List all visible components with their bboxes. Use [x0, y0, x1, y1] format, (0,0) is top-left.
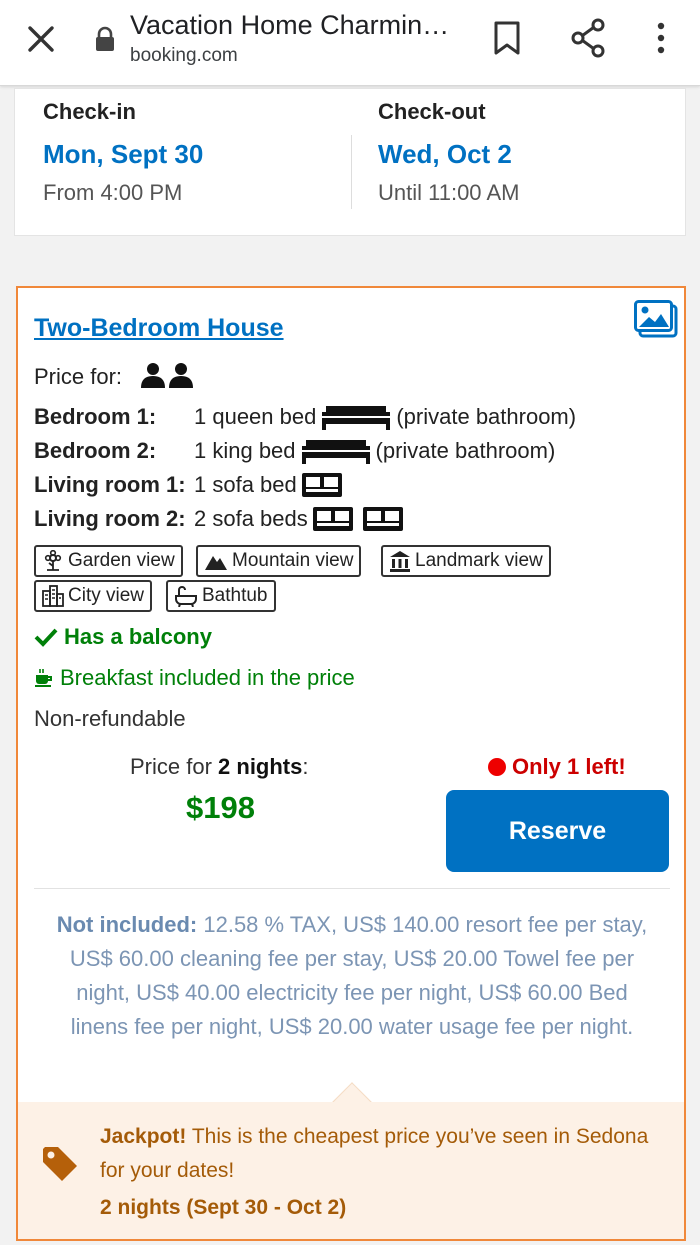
price-value: $198	[186, 790, 255, 825]
refund-policy: Non-refundable	[34, 706, 186, 731]
bed-row-value: 1 sofa bed	[194, 472, 297, 497]
bed-row-suffix: (private bathroom)	[396, 404, 577, 429]
price-label-suffix: :	[302, 754, 309, 779]
bed-row-label: Living room 2:	[34, 506, 186, 531]
tag-city-view: City view	[34, 580, 153, 612]
close-icon[interactable]	[24, 22, 58, 56]
jackpot-banner: Jackpot! This is the cheapest price you’…	[18, 1102, 684, 1239]
page-url[interactable]: booking.com	[130, 45, 238, 67]
checkin-checkout-card: Check-in Mon, Sept 30 From 4:00 PM Check…	[14, 88, 686, 236]
checkout-time: Until 11:00 AM	[378, 180, 520, 205]
bed-row-bedroom-2: Bedroom 2: 1 king bed (private bathroom)	[34, 436, 555, 466]
price-tag-icon	[43, 1147, 77, 1181]
red-dot-icon	[488, 758, 506, 776]
sofa-bed-icon	[301, 473, 342, 497]
tag-label: Bathtub	[202, 585, 268, 606]
not-included-label: Not included:	[56, 912, 198, 937]
jackpot-message: Jackpot! This is the cheapest price you’…	[100, 1120, 660, 1188]
coffee-cup-icon	[35, 669, 52, 687]
bed-row-suffix: (private bathroom)	[375, 438, 556, 463]
bed-icon	[301, 440, 370, 464]
tag-label: Mountain view	[232, 550, 354, 571]
checkmark-icon	[34, 628, 58, 647]
room-title-link[interactable]: Two-Bedroom House	[34, 314, 284, 343]
more-options-icon[interactable]	[650, 20, 672, 56]
reserve-button[interactable]: Reserve	[446, 790, 669, 872]
tag-label: Garden view	[68, 550, 175, 571]
jackpot-dates: 2 nights (Sept 30 - Oct 2)	[100, 1196, 347, 1219]
price-label-prefix: Price for	[130, 754, 219, 779]
bed-row-living-room-1: Living room 1: 1 sofa bed	[34, 470, 347, 500]
bed-row-label: Living room 1:	[34, 472, 186, 497]
checkin-label: Check-in	[43, 99, 136, 124]
flower-icon	[44, 550, 62, 571]
checkout-label: Check-out	[378, 99, 486, 124]
bed-row-value: 1 queen bed	[194, 404, 317, 429]
room-card: Two-Bedroom House Price for: Bedroom 1: …	[16, 286, 686, 1241]
bed-row-label: Bedroom 2:	[34, 438, 157, 463]
bed-row-value: 1 king bed	[194, 438, 296, 463]
checkin-time: From 4:00 PM	[43, 180, 183, 205]
bed-row-value: 2 sofa beds	[194, 506, 308, 531]
bed-row-bedroom-1: Bedroom 1: 1 queen bed (private bathroom…	[34, 402, 576, 432]
price-for-label: Price for:	[34, 364, 123, 389]
city-icon	[42, 585, 64, 607]
mountain-icon	[205, 556, 227, 570]
bookmark-icon[interactable]	[492, 20, 522, 56]
balcony-text: Has a balcony	[64, 624, 212, 649]
tag-garden-view: Garden view	[34, 545, 183, 577]
divider	[351, 135, 352, 209]
checkin-column: Check-in Mon, Sept 30 From 4:00 PM	[43, 99, 203, 206]
price-label: Price for 2 nights:	[130, 754, 309, 780]
breakfast-text: Breakfast included in the price	[60, 665, 355, 690]
lock-icon	[96, 26, 114, 51]
bed-row-living-room-2: Living room 2: 2 sofa beds	[34, 504, 408, 534]
availability-text: Only 1 left!	[512, 754, 626, 779]
jackpot-title: Jackpot!	[100, 1125, 187, 1148]
divider	[34, 888, 670, 889]
tag-landmark-view: Landmark view	[381, 545, 551, 577]
sofa-bed-icon	[312, 507, 353, 531]
price-label-nights: 2 nights	[218, 754, 303, 779]
two-persons-icon	[141, 363, 193, 388]
tag-mountain-view: Mountain view	[196, 545, 362, 577]
page-title: Vacation Home Charmin…	[130, 10, 450, 40]
tag-label: City view	[68, 585, 145, 606]
checkout-date[interactable]: Wed, Oct 2	[378, 139, 519, 170]
tag-label: Landmark view	[415, 550, 543, 571]
balcony-feature: Has a balcony	[34, 624, 212, 650]
checkout-column: Check-out Wed, Oct 2 Until 11:00 AM	[378, 99, 519, 206]
availability-badge: Only 1 left!	[488, 754, 626, 780]
bed-icon	[322, 406, 391, 430]
browser-toolbar: Vacation Home Charmin… booking.com	[0, 0, 700, 86]
bed-row-label: Bedroom 1:	[34, 404, 157, 429]
share-icon[interactable]	[570, 18, 606, 58]
checkin-date[interactable]: Mon, Sept 30	[43, 139, 203, 170]
tag-bathtub: Bathtub	[166, 580, 276, 612]
breakfast-feature: Breakfast included in the price	[34, 665, 355, 691]
sofa-bed-icon	[362, 507, 403, 531]
bathtub-icon	[175, 586, 197, 607]
photos-icon[interactable]	[634, 300, 678, 338]
landmark-icon	[390, 551, 410, 572]
not-included-info: Not included: 12.58 % TAX, US$ 140.00 re…	[54, 908, 650, 1044]
